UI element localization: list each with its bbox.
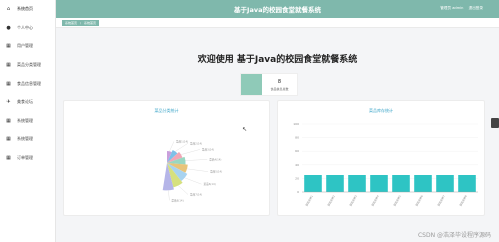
breadcrumb-tag[interactable]: 系统首页 / 系统首页 <box>62 19 100 26</box>
x-tick-label: 菜品名称6 <box>414 194 424 207</box>
grid-icon: ▦ <box>6 117 11 124</box>
sidebar-item[interactable]: ▦ 系统管理 <box>0 130 55 149</box>
stat-swatch <box>241 74 262 95</box>
sidebar-item-label: 食品信息管理 <box>17 80 41 86</box>
breadcrumb: 系统首页 / 系统首页 <box>56 18 499 28</box>
breadcrumb-current: 系统首页 <box>84 20 97 25</box>
home-icon: ⌂ <box>6 6 11 13</box>
pie-label-line <box>178 185 189 195</box>
stock-chart-panel: 菜品库存统计 0 20 40 60 80 100 菜品名称1 菜品名称2 菜品名称3 菜品名称4 菜… <box>277 100 485 216</box>
x-tick-label: 菜品名称3 <box>348 194 358 207</box>
sidebar-item-label: 系统管理 <box>17 136 33 142</box>
logout-link[interactable]: 退出登录 <box>469 6 483 10</box>
sidebar-item[interactable]: ▦ 菜品分类管理 <box>0 56 55 75</box>
x-tick-label: 菜品名称2 <box>326 194 336 207</box>
pin-icon: ✈ <box>6 99 11 106</box>
stat-card: 8 食品信息总数 <box>240 73 298 96</box>
y-tick-label: 0 <box>297 190 299 194</box>
x-tick-label: 菜品名称7 <box>436 194 446 207</box>
app-title: 基于Java的校园食堂就餐系统 <box>234 6 321 14</box>
category-pie-chart: 菜品1(14)菜品2(14)菜品3(14) 菜品4(14) 菜品5(14) 菜品6(1… <box>162 139 222 202</box>
top-header: 基于Java的校园食堂就餐系统 管理员 admin 退出登录 <box>56 0 499 18</box>
user-area: 管理员 admin 退出登录 <box>436 6 483 11</box>
pie-label: 菜品3(14) <box>202 147 214 151</box>
sidebar-item-label: 系统管理 <box>17 117 33 123</box>
sidebar-item[interactable]: ▦ 订单管理 <box>0 149 55 168</box>
pie-label: 菜品8(14) <box>171 198 183 202</box>
stat-label: 食品信息总数 <box>270 86 289 91</box>
y-tick-label: 20 <box>295 176 299 180</box>
pie-label-line <box>169 141 175 152</box>
bar[interactable] <box>414 175 432 192</box>
grid-icon: ▦ <box>6 155 11 162</box>
sidebar-item-label: 个人中心 <box>17 24 33 30</box>
stock-bar-chart: 0 20 40 60 80 100 菜品名称1 菜品名称2 菜品名称3 菜品名称4 菜品名称5 菜品名… <box>293 122 478 207</box>
pie-label: 菜品5(14) <box>210 170 222 174</box>
x-tick-label: 菜品名称4 <box>370 194 380 207</box>
stat-value: 8 <box>277 78 282 85</box>
pie-label-line <box>168 190 170 201</box>
category-chart-title: 菜品分类统计 <box>154 108 179 113</box>
mouse-cursor-icon: ↖ <box>242 126 248 133</box>
pie-label-line <box>186 168 209 172</box>
bar[interactable] <box>370 175 388 192</box>
breadcrumb-separator: / <box>80 20 82 25</box>
grid-icon: ▦ <box>6 43 11 50</box>
side-scroll-handle[interactable] <box>491 118 499 128</box>
y-tick-label: 40 <box>295 163 299 167</box>
category-chart-panel: 菜品分类统计 菜品1(14) 菜品2(14) 菜品3(14) 菜品4(14) 菜品5(1… <box>63 100 270 216</box>
y-tick-label: 80 <box>295 136 299 140</box>
person-icon: ● <box>6 24 11 31</box>
y-tick-label: 100 <box>293 122 299 126</box>
bar[interactable] <box>436 175 454 192</box>
x-tick-label: 菜品名称8 <box>458 194 468 207</box>
sidebar-item-label: 菜品分类管理 <box>17 62 41 68</box>
pie-label: 菜品2(14) <box>190 141 202 145</box>
pie-label: 菜品1(14) <box>176 139 188 143</box>
bar[interactable] <box>348 175 366 192</box>
bar[interactable] <box>326 175 344 192</box>
watermark: CSDN @浩泽毕设程序源码 <box>417 232 491 239</box>
pie-label-line <box>175 143 189 152</box>
sidebar-item[interactable]: ▦ 用户管理 <box>0 37 55 56</box>
sidebar-item-label: 用户管理 <box>17 43 33 49</box>
breadcrumb-home[interactable]: 系统首页 <box>65 21 77 25</box>
sidebar: ⌂ 系统首页 ● 个人中心 ▦ 用户管理 ▦ 菜品分类管理 ▦ 食品信息管理 ✈ 美食论坛 ▦ 系统管理 ▦… <box>0 0 56 242</box>
page-title: 欢迎使用 基于Java的校园食堂就餐系统 <box>197 55 358 65</box>
sidebar-item-label: 订单管理 <box>17 155 33 161</box>
pie-label: 菜品7(14) <box>190 193 202 197</box>
pie-label: 菜品4(14) <box>209 157 221 161</box>
bar[interactable] <box>458 175 476 192</box>
sidebar-item[interactable]: ▦ 系统管理 <box>0 112 55 131</box>
sidebar-item-label: 美食论坛 <box>17 99 33 105</box>
grid-icon: ▦ <box>6 80 11 87</box>
pie-label-line <box>185 159 208 161</box>
y-tick-label: 60 <box>295 149 299 153</box>
pie-label-line <box>184 177 202 185</box>
sidebar-item[interactable]: ✈ 美食论坛 <box>0 93 55 112</box>
x-tick-label: 菜品名称1 <box>304 194 314 207</box>
x-tick-label: 菜品名称5 <box>392 194 402 207</box>
bar[interactable] <box>392 175 410 192</box>
user-label: 管理员 admin <box>440 6 464 10</box>
bar[interactable] <box>304 175 322 192</box>
grid-icon: ▦ <box>6 62 11 69</box>
sidebar-item-label: 系统首页 <box>17 6 33 12</box>
sidebar-item[interactable]: ▦ 食品信息管理 <box>0 74 55 93</box>
sidebar-item[interactable]: ⌂ 系统首页 <box>0 0 55 19</box>
pie-label: 菜品6(14) <box>204 182 216 186</box>
pie-label-line <box>181 149 200 155</box>
sidebar-item[interactable]: ● 个人中心 <box>0 19 55 38</box>
grid-icon: ▦ <box>6 136 11 143</box>
